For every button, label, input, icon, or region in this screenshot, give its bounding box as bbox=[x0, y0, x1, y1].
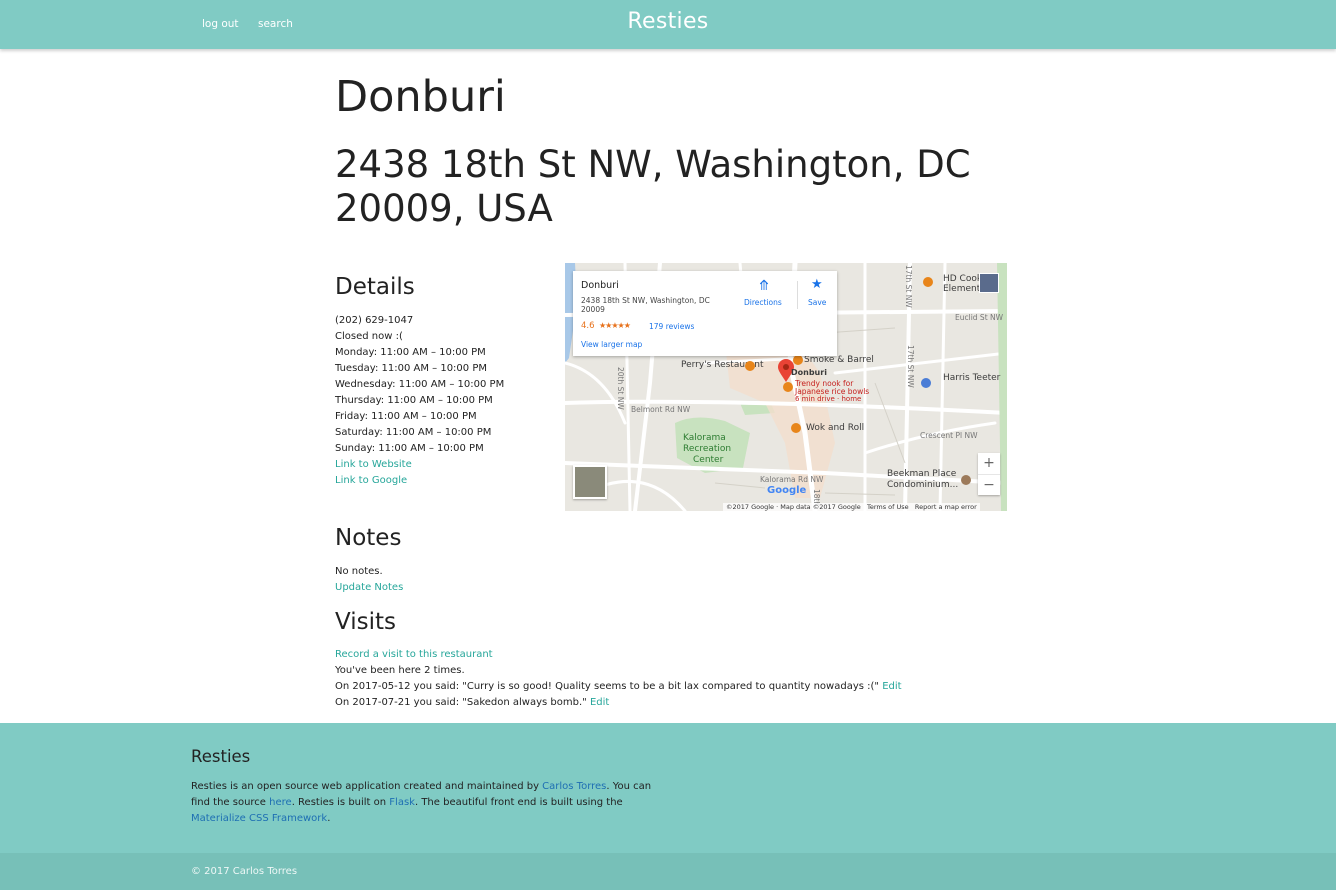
map-card-rating: 4.6 bbox=[581, 321, 595, 331]
hours-tuesday: Tuesday: 11:00 AM – 10:00 PM bbox=[335, 363, 487, 374]
star-rating-icon: ★★★★★ bbox=[599, 321, 631, 330]
zoom-out-button[interactable]: − bbox=[978, 475, 1000, 496]
top-navbar: log out search Resties bbox=[0, 0, 1336, 49]
restaurant-icon bbox=[793, 355, 803, 365]
visits-section: Record a visit to this restaurant You've… bbox=[335, 647, 902, 711]
street-crescent: Crescent Pl NW bbox=[920, 431, 978, 440]
footer-description: Resties is an open source web applicatio… bbox=[191, 779, 671, 827]
map-place-kalorama[interactable]: Kalorama bbox=[683, 433, 726, 443]
satellite-toggle-thumbnail[interactable] bbox=[573, 465, 607, 499]
zoom-in-button[interactable]: + bbox=[978, 453, 1000, 475]
map-card-address: 2438 18th St NW, Washington, DC 20009 bbox=[581, 296, 710, 314]
map-place-beekman[interactable]: Beekman Place bbox=[887, 469, 956, 479]
edit-visit-link[interactable]: Edit bbox=[882, 681, 901, 692]
copyright-text: © 2017 Carlos Torres bbox=[191, 866, 298, 877]
street-20th: 20th St NW bbox=[616, 367, 625, 410]
street-17th: 17th St NW bbox=[906, 345, 915, 388]
restaurant-name: Donburi bbox=[335, 72, 506, 122]
footer-text: Resties is an open source web applicatio… bbox=[191, 781, 543, 792]
street-kalorama: Kalorama Rd NW bbox=[760, 475, 824, 484]
details-heading: Details bbox=[335, 274, 415, 300]
hours-sunday: Sunday: 11:00 AM – 10:00 PM bbox=[335, 443, 484, 454]
restaurant-icon bbox=[783, 382, 793, 392]
shopping-icon bbox=[921, 378, 931, 388]
map-place-wok-roll[interactable]: Wok and Roll bbox=[806, 423, 864, 433]
flask-link[interactable]: Flask bbox=[389, 797, 415, 808]
directions-link[interactable]: Directions bbox=[744, 298, 782, 307]
footer-text: . The beautiful front end is built using… bbox=[414, 797, 623, 808]
map-copyright: ©2017 Google · Map data ©2017 Google bbox=[726, 503, 861, 511]
save-link[interactable]: Save bbox=[808, 298, 826, 307]
map-card-name: Donburi bbox=[581, 280, 619, 291]
report-error-link[interactable]: Report a map error bbox=[915, 503, 977, 511]
notes-text: No notes. bbox=[335, 566, 383, 577]
map-place-harris-teeter[interactable]: Harris Teeter bbox=[943, 373, 1000, 383]
directions-icon[interactable]: ⤊ bbox=[757, 278, 771, 294]
map-card-reviews-link[interactable]: 179 reviews bbox=[649, 322, 694, 331]
restaurant-address: 2438 18th St NW, Washington, DC 20009, U… bbox=[335, 143, 971, 230]
google-link[interactable]: Link to Google bbox=[335, 475, 407, 486]
visit-entry: On 2017-07-21 you said: "Sakedon always … bbox=[335, 695, 902, 711]
edit-visit-link[interactable]: Edit bbox=[590, 697, 609, 708]
view-larger-map-link[interactable]: View larger map bbox=[581, 340, 642, 349]
visit-entry-text: On 2017-07-21 you said: "Sakedon always … bbox=[335, 697, 587, 708]
record-visit-link[interactable]: Record a visit to this restaurant bbox=[335, 649, 493, 660]
zoom-controls: + − bbox=[978, 453, 1000, 495]
hours-thursday: Thursday: 11:00 AM – 10:00 PM bbox=[335, 395, 493, 406]
map-place-kalorama: Recreation bbox=[683, 444, 732, 454]
map-place-donburi[interactable]: Donburi bbox=[791, 368, 827, 377]
divider bbox=[797, 281, 798, 309]
hours-saturday: Saturday: 11:00 AM – 10:00 PM bbox=[335, 427, 492, 438]
copyright-bar: © 2017 Carlos Torres bbox=[0, 853, 1336, 890]
map-footer: ©2017 Google · Map data ©2017 Google Ter… bbox=[723, 503, 980, 511]
hours-wednesday: Wednesday: 11:00 AM – 10:00 PM bbox=[335, 379, 505, 390]
footer-text: . Resties is built on bbox=[291, 797, 390, 808]
street-view-icon[interactable] bbox=[979, 273, 999, 293]
restaurant-icon bbox=[745, 361, 755, 371]
map-info-card: Donburi 2438 18th St NW, Washington, DC … bbox=[573, 271, 837, 356]
visit-count: You've been here 2 times. bbox=[335, 665, 465, 676]
details-list: (202) 629-1047 Closed now :( Monday: 11:… bbox=[335, 313, 504, 489]
brand-title[interactable]: Resties bbox=[0, 9, 1336, 34]
map-place-smoke-barrel[interactable]: Smoke & Barrel bbox=[804, 355, 874, 365]
star-icon[interactable]: ★ bbox=[811, 277, 823, 292]
hours-monday: Monday: 11:00 AM – 10:00 PM bbox=[335, 347, 486, 358]
website-link[interactable]: Link to Website bbox=[335, 459, 412, 470]
street-belmont: Belmont Rd NW bbox=[631, 405, 691, 414]
visit-entry: On 2017-05-12 you said: "Curry is so goo… bbox=[335, 679, 902, 695]
notes-section: No notes. Update Notes bbox=[335, 564, 403, 596]
visits-heading: Visits bbox=[335, 609, 396, 635]
building-icon bbox=[961, 475, 971, 485]
phone-number: (202) 629-1047 bbox=[335, 315, 414, 326]
map-place-desc: 6 min drive · home bbox=[795, 395, 862, 403]
restaurant-icon bbox=[791, 423, 801, 433]
materialize-link[interactable]: Materialize CSS Framework bbox=[191, 813, 327, 824]
visit-entry-text: On 2017-05-12 you said: "Curry is so goo… bbox=[335, 681, 879, 692]
street-17th: 17th St NW bbox=[904, 265, 913, 308]
hours-friday: Friday: 11:00 AM – 10:00 PM bbox=[335, 411, 477, 422]
footer-title: Resties bbox=[191, 747, 251, 766]
update-notes-link[interactable]: Update Notes bbox=[335, 582, 403, 593]
source-link[interactable]: here bbox=[269, 797, 292, 808]
notes-heading: Notes bbox=[335, 525, 402, 551]
map-place-kalorama: Center bbox=[693, 455, 724, 465]
google-logo: Google bbox=[767, 485, 807, 496]
footer-text: . bbox=[327, 813, 331, 824]
street-euclid: Euclid St NW bbox=[955, 313, 1004, 322]
page-footer: Resties Resties is an open source web ap… bbox=[0, 723, 1336, 853]
open-status: Closed now :( bbox=[335, 331, 403, 342]
school-icon bbox=[923, 277, 933, 287]
author-link[interactable]: Carlos Torres bbox=[542, 781, 606, 792]
terms-link[interactable]: Terms of Use bbox=[867, 503, 909, 511]
embedded-map[interactable]: Donburi Trendy nook for Japanese rice bo… bbox=[565, 263, 1007, 511]
map-place-beekman: Condominium... bbox=[887, 480, 959, 490]
map-place-hd-cook[interactable]: HD Cook bbox=[943, 274, 982, 284]
